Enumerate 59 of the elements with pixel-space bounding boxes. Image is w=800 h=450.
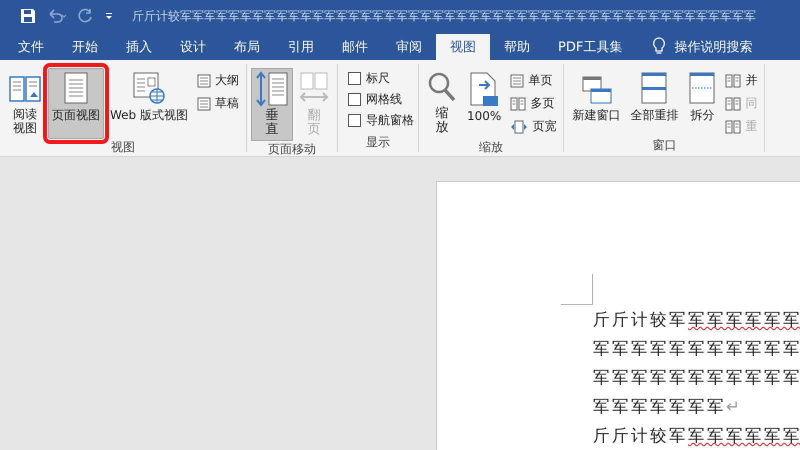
customize-caret-icon[interactable]	[104, 11, 114, 21]
two-pages-icon	[725, 120, 742, 134]
ribbon-tab[interactable]: 帮助	[490, 34, 544, 60]
ribbon-button[interactable]: 100%	[462, 68, 506, 139]
vertical-scroll-icon	[254, 71, 289, 107]
small-page-icon	[196, 96, 211, 110]
page-width-icon	[510, 120, 528, 134]
ribbon-button[interactable]: 拆分	[684, 68, 720, 137]
ribbon-button[interactable]: 缩放	[422, 68, 461, 139]
ribbon-tab[interactable]: 引用	[274, 34, 328, 60]
group-label: 窗口	[651, 137, 678, 154]
ribbon-tab[interactable]: 审阅	[382, 34, 436, 60]
checkbox[interactable]: 网格线	[348, 91, 414, 108]
checkbox[interactable]: 导航窗格	[348, 112, 414, 129]
ribbon-tab[interactable]: 邮件	[328, 34, 382, 60]
lightbulb-icon[interactable]	[652, 37, 666, 55]
split-window-icon	[688, 71, 716, 105]
group-label: 视图	[110, 138, 136, 156]
ribbon-small-button[interactable]: 草稿	[194, 93, 242, 114]
ribbon-button[interactable]: Web 版式视图	[106, 68, 192, 139]
save-icon[interactable]	[20, 8, 36, 24]
arrange-windows-icon	[640, 71, 668, 105]
ribbon-small-button[interactable]: 大纲	[194, 70, 242, 91]
small-page-icon	[510, 74, 524, 88]
two-pages-icon	[725, 96, 742, 110]
small-page-icon	[196, 74, 211, 88]
ribbon-button[interactable]: 新建窗口	[568, 68, 624, 137]
page-icon	[63, 71, 89, 105]
ribbon-small-button[interactable]: 单页	[507, 70, 560, 91]
checkbox[interactable]: 标尺	[348, 70, 414, 87]
group-label: 缩放	[478, 138, 504, 156]
group-label: 显示	[364, 134, 391, 151]
margin-corner-mark	[561, 274, 593, 305]
ribbon-tab[interactable]: 设计	[166, 34, 220, 60]
web-page-icon	[132, 71, 166, 105]
ribbon-small-button[interactable]: 并	[722, 70, 760, 91]
zoom-100-icon	[469, 71, 500, 107]
document-text-line: 军军军军军军军军军军军	[593, 338, 800, 360]
document-text-line: 斤斤计较军 军军军军军军	[593, 425, 800, 447]
document-text-line: 军军军军军军军↵	[593, 396, 743, 418]
ribbon-small-button[interactable]: 页宽	[507, 116, 560, 137]
ribbon-tab[interactable]: PDF工具集	[544, 34, 636, 60]
two-pages-icon	[510, 96, 526, 110]
ribbon-small-button[interactable]: 多页	[507, 93, 560, 114]
tell-me-search[interactable]: 操作说明搜索	[670, 34, 766, 60]
two-pages-icon	[725, 74, 742, 88]
document-text-line: 军军军军军军军军军军军	[593, 367, 800, 389]
ribbon-tab[interactable]: 视图	[436, 34, 490, 60]
ribbon-button[interactable]: 全部重排	[626, 68, 682, 137]
group-label: 页面移动	[266, 140, 317, 158]
document-text-line: 斤斤计较军 军军军军军军	[593, 309, 800, 331]
ribbon-button[interactable]: 阅读视图	[4, 68, 46, 139]
ribbon-tab[interactable]: 开始	[58, 34, 112, 60]
window-title: 斤斤计较军军军军军军军军军军军军军军军军军军军军军军军军军军军军军军军军军军军军军军军军军军军军军军军军	[132, 8, 756, 24]
redo-icon[interactable]	[78, 8, 94, 24]
ribbon-tab[interactable]: 插入	[112, 34, 166, 60]
ribbon-button[interactable]: 垂直	[250, 68, 293, 141]
ribbon-tab[interactable]: 文件	[4, 34, 58, 60]
ribbon-tab[interactable]: 布局	[220, 34, 274, 60]
